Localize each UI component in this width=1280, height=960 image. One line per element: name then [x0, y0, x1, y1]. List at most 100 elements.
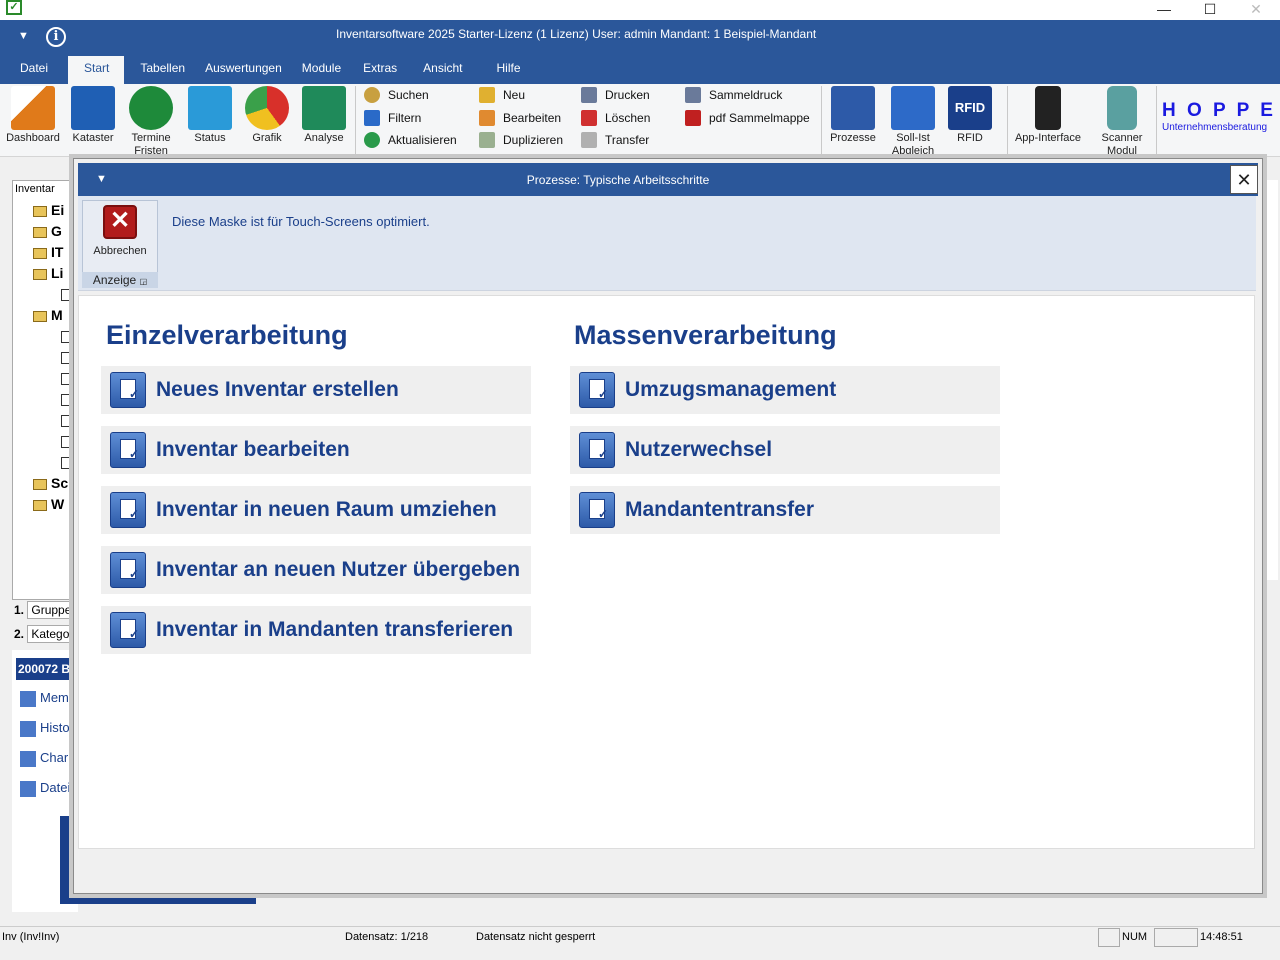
analyse-icon [302, 86, 346, 130]
tree-node[interactable]: W [19, 496, 64, 516]
dashboard-button[interactable]: Dashboard [4, 86, 62, 145]
charge-label: Char [40, 750, 69, 765]
document-icon [61, 373, 71, 385]
maximize-button[interactable]: ☐ [1187, 0, 1233, 20]
status-button[interactable]: Status [181, 86, 239, 145]
neu-button[interactable]: Neu [479, 84, 563, 106]
grafik-button[interactable]: Grafik [238, 86, 296, 145]
pdf-sammelmappe-button[interactable]: pdf Sammelmappe [685, 106, 810, 129]
process-icon [110, 612, 146, 648]
status-module: Inv (Inv!Inv) [2, 931, 60, 943]
task-label: Inventar an neuen Nutzer übergeben [156, 558, 521, 581]
delete-icon [581, 109, 597, 126]
soll-ist-icon [891, 86, 935, 130]
task-label: Inventar in Mandanten transferieren [156, 618, 514, 641]
charge-link[interactable]: Char [20, 750, 68, 770]
sammeldruck-button[interactable]: Sammeldruck [685, 84, 810, 106]
tab-tabellen[interactable]: Tabellen [124, 56, 195, 84]
tree-node-label: IT [51, 244, 64, 260]
dashboard-label: Dashboard [6, 132, 60, 144]
task-raum-umziehen[interactable]: Inventar in neuen Raum umziehen [101, 486, 531, 534]
tree-node[interactable]: Sc [19, 475, 68, 495]
tab-datei[interactable]: Datei [0, 56, 62, 84]
app-interface-button[interactable]: App-Interface [1012, 86, 1084, 145]
tab-extras[interactable]: Extras [351, 56, 409, 84]
folder-open-icon [33, 268, 47, 280]
analyse-button[interactable]: Analyse [295, 86, 353, 145]
task-mandantentransfer[interactable]: Mandantentransfer [570, 486, 1000, 534]
history-link[interactable]: Histo [20, 720, 70, 740]
tab-start[interactable]: Start [68, 56, 125, 86]
task-nutzer-uebergeben[interactable]: Inventar an neuen Nutzer übergeben [101, 546, 531, 594]
duplizieren-label: Duplizieren [503, 133, 564, 147]
group-field[interactable]: 1. Gruppe [14, 601, 76, 619]
tab-ansicht[interactable]: Ansicht [409, 56, 476, 84]
status-num: NUM [1122, 931, 1148, 943]
document-icon [61, 436, 71, 448]
dialog-content: Einzelverarbeitung Massenverarbeitung Ne… [78, 295, 1255, 849]
dialog-launcher-icon[interactable]: ◲ [140, 277, 148, 286]
scanner-icon [1107, 86, 1137, 130]
tab-hilfe[interactable]: Hilfe [477, 56, 531, 84]
task-mandanten-transferieren[interactable]: Inventar in Mandanten transferieren [101, 606, 531, 654]
tree-node[interactable]: M [19, 307, 63, 327]
folder-icon [33, 205, 47, 217]
document-icon [61, 394, 71, 406]
files-link[interactable]: Datei [20, 780, 70, 800]
drucken-button[interactable]: Drucken [581, 84, 650, 106]
filtern-button[interactable]: Filtern [364, 106, 457, 129]
duplizieren-button[interactable]: Duplizieren [479, 129, 563, 151]
prozesse-button[interactable]: Prozesse [824, 86, 882, 145]
memo-link[interactable]: Mem [20, 690, 69, 710]
tab-module[interactable]: Module [292, 56, 351, 84]
task-label: Mandantentransfer [625, 498, 815, 521]
dialog-close-button[interactable]: ✕ [1230, 165, 1258, 194]
pie-chart-icon [245, 86, 289, 130]
dashboard-chart-icon [11, 86, 55, 130]
process-icon [110, 372, 146, 408]
transfer-button[interactable]: Transfer [581, 129, 650, 151]
process-icon [110, 432, 146, 468]
history-label: Histo [40, 720, 70, 735]
tree-node[interactable]: Li [19, 265, 63, 285]
loeschen-button[interactable]: Löschen [581, 106, 650, 129]
close-window-button[interactable]: ✕ [1233, 0, 1279, 20]
info-icon[interactable]: i [46, 27, 66, 47]
termine-fristen-button[interactable]: Termine Fristen [122, 86, 180, 158]
ribbon-separator [821, 86, 822, 154]
suchen-button[interactable]: Suchen [364, 84, 457, 106]
rfid-button[interactable]: RFID RFID [941, 86, 999, 145]
process-dialog: ▼ Prozesse: Typische Arbeitsschritte ✕ ✕… [73, 158, 1263, 894]
tree-node[interactable]: Ei [19, 202, 64, 222]
folder-icon [33, 478, 47, 490]
tree-node-label: M [51, 307, 63, 323]
transfer-label: Transfer [605, 133, 650, 147]
category-field[interactable]: 2. Katego [14, 625, 74, 643]
document-icon [61, 457, 71, 469]
termine-icon [129, 86, 173, 130]
task-nutzerwechsel[interactable]: Nutzerwechsel [570, 426, 1000, 474]
bearbeiten-button[interactable]: Bearbeiten [479, 106, 563, 129]
status-icon [188, 86, 232, 130]
quick-access-menu-icon[interactable]: ▼ [18, 30, 34, 44]
aktualisieren-button[interactable]: Aktualisieren [364, 129, 457, 151]
vertical-scrollbar[interactable] [1262, 180, 1278, 580]
soll-ist-button[interactable]: Soll-Ist Abgleich [884, 86, 942, 158]
minimize-button[interactable]: — [1141, 0, 1187, 20]
tab-auswertungen[interactable]: Auswertungen [195, 56, 292, 84]
pencil-icon [479, 109, 495, 126]
dialog-footer [78, 851, 1255, 889]
scanner-modul-button[interactable]: Scanner Modul [1092, 86, 1152, 158]
kataster-button[interactable]: Kataster [64, 86, 122, 145]
tree-node-label: Sc [51, 475, 69, 491]
task-umzugsmanagement[interactable]: Umzugsmanagement [570, 366, 1000, 414]
logo-subtitle: Unternehmensberatung [1162, 122, 1268, 133]
task-neues-inventar[interactable]: Neues Inventar erstellen [101, 366, 531, 414]
tree-node[interactable]: G [19, 223, 62, 243]
ribbon-group-search: Suchen Filtern Aktualisieren [364, 84, 457, 151]
document-icon [61, 352, 71, 364]
task-inventar-bearbeiten[interactable]: Inventar bearbeiten [101, 426, 531, 474]
cancel-x-icon: ✕ [103, 205, 137, 239]
tree-node[interactable]: IT [19, 244, 63, 264]
ribbon-group-print: Drucken Löschen Transfer [581, 84, 650, 151]
